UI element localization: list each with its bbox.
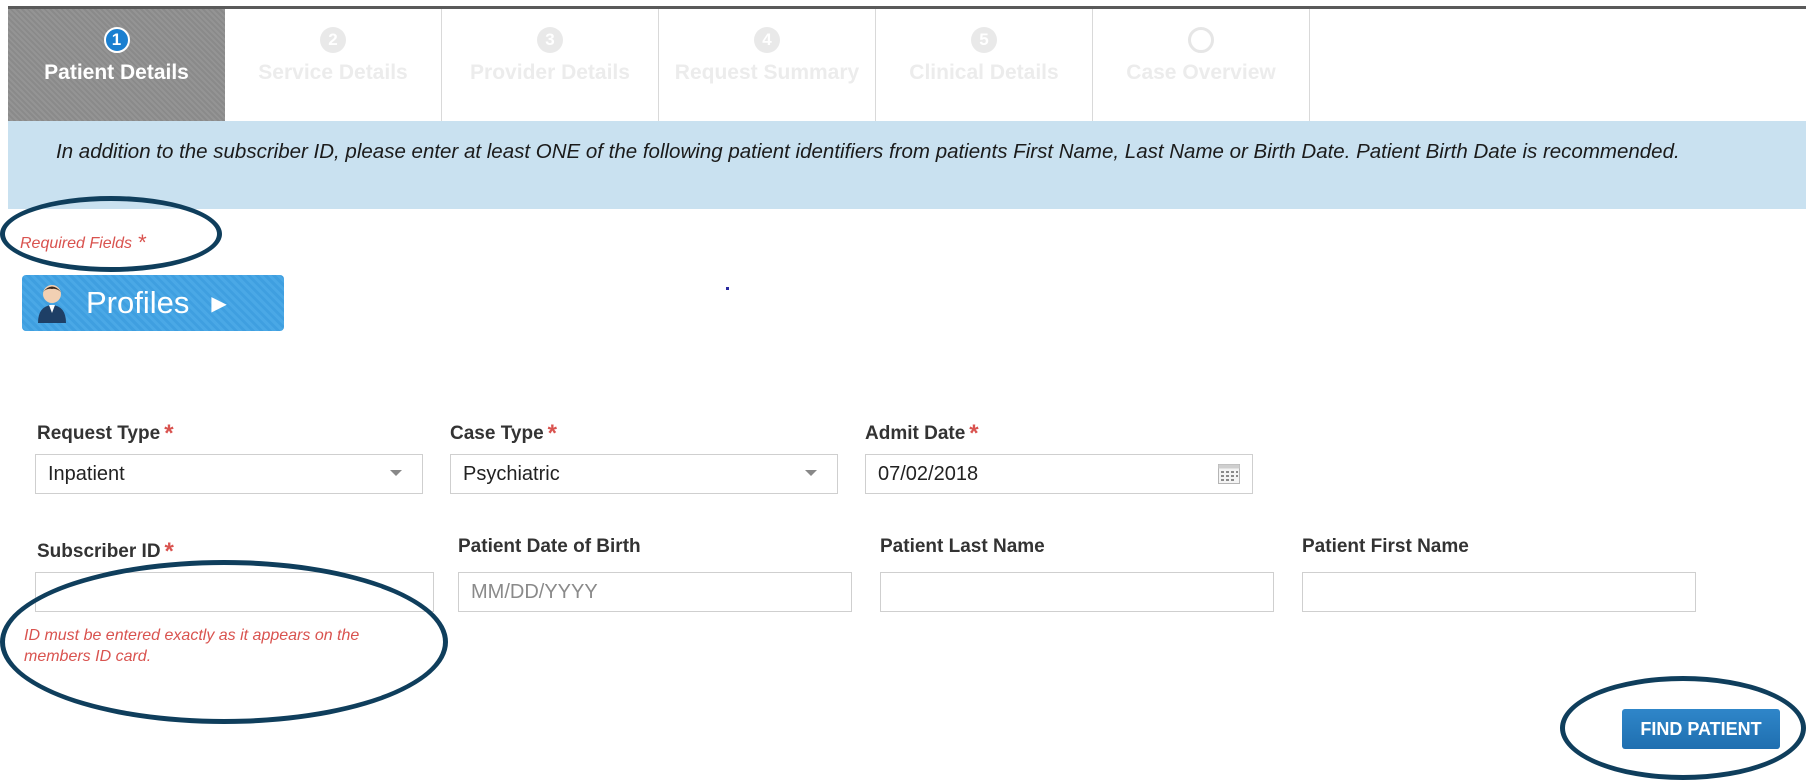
patient-last-name-label: Patient Last Name [880,536,1045,558]
required-star-icon: * [969,420,979,447]
admit-date-input[interactable]: 07/02/2018 [865,454,1253,494]
chevron-down-icon [805,470,817,476]
step-provider-details[interactable]: 3 Provider Details [442,9,659,121]
patient-dob-label: Patient Date of Birth [458,536,641,558]
user-avatar-icon [38,285,66,323]
case-type-label-text: Case Type [450,423,544,444]
step-case-overview[interactable]: Case Overview [1093,9,1310,121]
admit-date-label-text: Admit Date [865,423,966,444]
info-banner-text: In addition to the subscriber ID, please… [56,140,1680,163]
patient-first-name-label-text: Patient First Name [1302,536,1469,557]
request-type-label-text: Request Type [37,423,161,444]
annotation-circle-subscriber-id [0,560,448,724]
step-number-badge: 2 [320,27,346,53]
annotation-circle-find-patient [1560,676,1806,780]
patient-dob-input[interactable] [458,572,852,612]
profiles-label: Profiles [86,285,190,320]
subscriber-id-label: Subscriber ID * [37,536,174,565]
step-label: Service Details [258,61,408,84]
step-number-badge: 3 [537,27,563,53]
required-star-icon: * [164,538,174,565]
step-patient-details[interactable]: 1 Patient Details [8,9,225,121]
profiles-button[interactable]: Profiles ▶ [22,275,284,331]
request-type-value: Inpatient [48,462,125,485]
patient-last-name-input[interactable] [880,572,1274,612]
patient-first-name-label: Patient First Name [1302,536,1469,558]
calendar-icon[interactable] [1218,464,1240,484]
info-banner: In addition to the subscriber ID, please… [8,121,1806,209]
patient-last-name-label-text: Patient Last Name [880,536,1045,557]
case-type-value: Psychiatric [463,462,560,485]
case-type-label: Case Type * [450,418,557,447]
step-label: Provider Details [470,61,630,84]
step-empty-circle-icon [1188,27,1214,53]
case-type-select[interactable]: Psychiatric [450,454,838,494]
patient-dob-label-text: Patient Date of Birth [458,536,641,557]
step-wizard: 1 Patient Details 2 Service Details 3 Pr… [8,9,1310,121]
step-number-badge: 4 [754,27,780,53]
request-type-label: Request Type * [37,418,174,447]
required-star-icon: * [164,420,174,447]
step-number-badge: 1 [103,27,130,53]
admit-date-label: Admit Date * [865,418,979,447]
step-label: Clinical Details [909,61,1059,84]
request-type-select[interactable]: Inpatient [35,454,423,494]
step-clinical-details[interactable]: 5 Clinical Details [876,9,1093,121]
step-label: Case Overview [1126,61,1276,84]
step-label: Request Summary [674,61,860,84]
step-label: Patient Details [44,61,189,84]
step-number-badge: 5 [971,27,997,53]
chevron-down-icon [390,470,402,476]
annotation-circle-required [0,196,222,272]
chevron-right-icon: ▶ [211,292,227,315]
step-request-summary[interactable]: 4 Request Summary [659,9,876,121]
step-service-details[interactable]: 2 Service Details [225,9,442,121]
admit-date-value: 07/02/2018 [878,462,979,485]
required-star-icon: * [547,420,557,447]
subscriber-id-label-text: Subscriber ID [37,541,161,562]
patient-first-name-input[interactable] [1302,572,1696,612]
stray-dot [726,287,729,290]
